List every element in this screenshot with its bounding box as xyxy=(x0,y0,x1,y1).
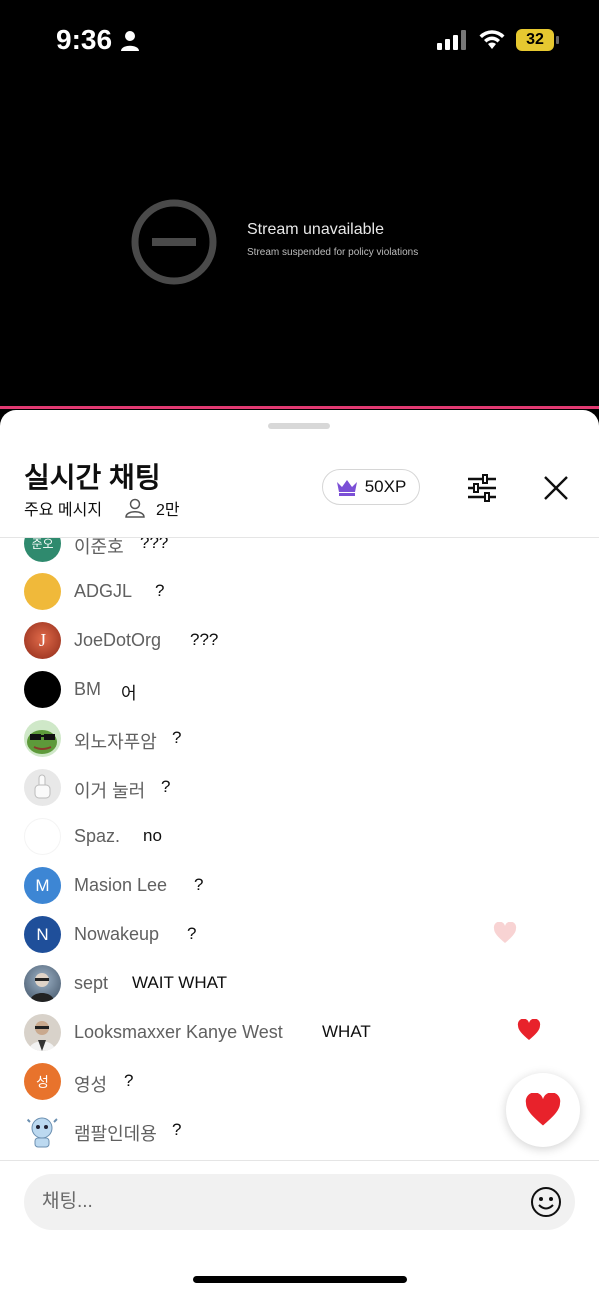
avatar[interactable] xyxy=(24,1112,61,1149)
hand-avatar-icon xyxy=(34,774,51,799)
blocked-icon xyxy=(131,199,217,285)
avatar[interactable]: M xyxy=(24,867,61,904)
chat-text: ? xyxy=(187,924,197,943)
chat-input[interactable] xyxy=(42,1174,522,1230)
chat-author[interactable]: 이준호 xyxy=(74,538,124,559)
chat-message: J JoeDotOrg ??? xyxy=(0,620,599,660)
drag-handle[interactable] xyxy=(268,423,330,429)
chat-text: ? xyxy=(172,728,182,747)
avatar[interactable]: N xyxy=(24,916,61,953)
xp-label: 50XP xyxy=(364,477,407,496)
chat-text: ? xyxy=(161,777,171,796)
filter-icon[interactable] xyxy=(466,474,498,502)
avatar[interactable] xyxy=(24,720,61,757)
close-icon[interactable] xyxy=(542,474,570,502)
live-chat-panel: 실시간 채팅 주요 메시지 2만 50XP 준오 이준호 ??? ADGJL ?… xyxy=(0,410,599,1298)
chat-text: ? xyxy=(155,581,165,600)
wifi-icon xyxy=(479,30,505,49)
input-divider xyxy=(0,1160,599,1161)
chat-author[interactable]: sept xyxy=(74,973,108,994)
chat-author[interactable]: Nowakeup xyxy=(74,924,159,945)
person-photo-icon xyxy=(30,973,54,1002)
avatar[interactable] xyxy=(24,573,61,610)
heart-reaction-button[interactable] xyxy=(506,1073,580,1147)
avatar[interactable] xyxy=(24,1014,61,1051)
avatar[interactable]: J xyxy=(24,622,61,659)
chat-message: 이거 눌러 ? xyxy=(0,767,599,807)
video-player[interactable]: Stream unavailable Stream suspended for … xyxy=(0,80,599,408)
chat-text: ? xyxy=(124,1071,134,1090)
viewer-count: 2만 xyxy=(124,496,180,520)
chat-message-list[interactable]: 준오 이준호 ??? ADGJL ? J JoeDotOrg ??? BM 어 xyxy=(0,538,599,1160)
chat-message: ADGJL ? xyxy=(0,571,599,611)
chat-message: Looksmaxxer Kanye West WHAT xyxy=(0,1012,599,1052)
chat-author[interactable]: Spaz. xyxy=(74,826,120,847)
chat-input-container xyxy=(24,1174,575,1230)
chat-author[interactable]: Looksmaxxer Kanye West xyxy=(74,1022,283,1043)
chat-author[interactable]: 외노자푸암 xyxy=(74,728,157,754)
home-indicator[interactable] xyxy=(193,1276,407,1283)
person-outline-icon xyxy=(125,498,145,518)
video-progress-bar[interactable] xyxy=(0,406,599,409)
chat-author[interactable]: Masion Lee xyxy=(74,875,167,896)
chat-text: ??? xyxy=(190,630,219,649)
chat-message: 준오 이준호 ??? xyxy=(0,538,599,563)
chat-message: sept WAIT WHAT xyxy=(0,963,599,1003)
chat-text: ? xyxy=(172,1120,182,1139)
chat-text: ??? xyxy=(140,538,169,552)
chat-message: Spaz. no xyxy=(0,816,599,856)
heart-icon xyxy=(525,1093,561,1126)
person-icon xyxy=(121,31,139,51)
avatar[interactable]: 준오 xyxy=(24,538,61,562)
avatar[interactable] xyxy=(24,818,61,855)
cartoon-avatar-icon xyxy=(25,1117,59,1148)
stream-unavailable-subtitle: Stream suspended for policy violations xyxy=(247,247,419,258)
smiley-icon[interactable] xyxy=(530,1186,562,1218)
chat-text: WHAT xyxy=(322,1022,371,1041)
heart-icon xyxy=(517,1019,541,1040)
viewer-count-label: 2만 xyxy=(156,502,180,519)
chat-title: 실시간 채팅 xyxy=(24,462,161,493)
chat-author[interactable]: 이거 눌러 xyxy=(74,777,145,803)
status-bar: 9:36 32 xyxy=(0,0,599,80)
frog-avatar-icon xyxy=(27,730,57,754)
chat-author[interactable]: BM xyxy=(74,679,101,700)
crown-icon xyxy=(336,480,357,496)
battery-level: 32 xyxy=(516,29,554,51)
chat-author[interactable]: ADGJL xyxy=(74,581,132,602)
signal-icon xyxy=(437,30,466,50)
chat-message: 외노자푸암 ? xyxy=(0,718,599,758)
avatar[interactable] xyxy=(24,965,61,1002)
battery-icon: 32 xyxy=(516,29,560,51)
avatar[interactable] xyxy=(24,671,61,708)
chat-message: BM 어 xyxy=(0,669,599,709)
person-photo-icon xyxy=(29,1021,55,1051)
chat-message: M Masion Lee ? xyxy=(0,865,599,905)
chat-text: no xyxy=(143,826,162,845)
xp-button[interactable]: 50XP xyxy=(322,469,420,505)
chat-author[interactable]: 램팔인데용 xyxy=(74,1120,157,1146)
avatar[interactable]: 성 xyxy=(24,1063,61,1100)
status-time: 9:36 xyxy=(56,24,113,55)
chat-text: 어 xyxy=(121,684,137,703)
heart-icon xyxy=(493,922,517,943)
stream-unavailable-title: Stream unavailable xyxy=(247,221,384,238)
chat-text: ? xyxy=(194,875,204,894)
chat-author[interactable]: JoeDotOrg xyxy=(74,630,161,651)
chat-author[interactable]: 영성 xyxy=(74,1071,107,1097)
avatar[interactable] xyxy=(24,769,61,806)
chat-mode-selector[interactable]: 주요 메시지 xyxy=(24,496,102,520)
chat-text: WAIT WHAT xyxy=(132,973,228,992)
